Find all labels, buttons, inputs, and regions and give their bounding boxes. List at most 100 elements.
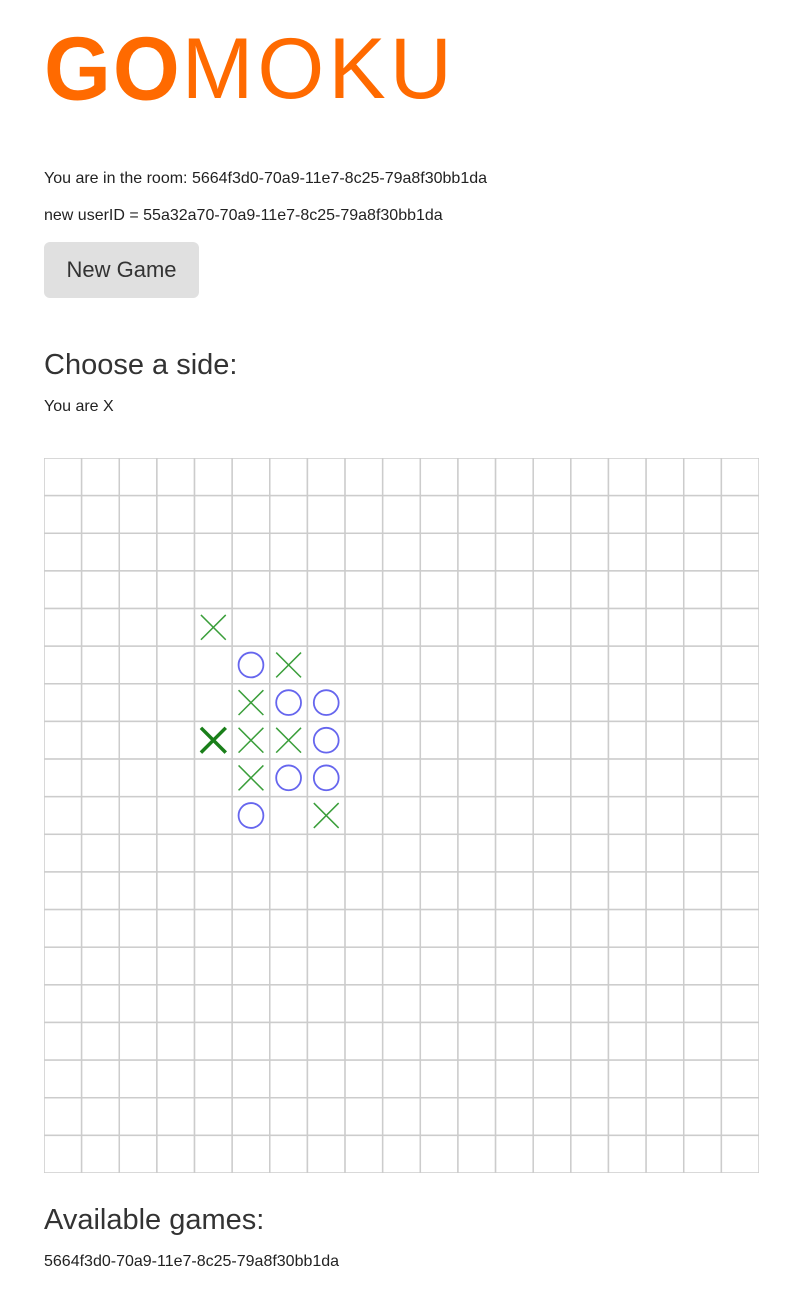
board-cell[interactable] [532, 833, 572, 873]
board-cell[interactable] [344, 494, 384, 535]
board-cell[interactable] [231, 871, 271, 911]
board-cell[interactable] [156, 795, 196, 836]
board-cell[interactable] [419, 494, 459, 535]
board-cell[interactable] [80, 984, 121, 1024]
board-cell[interactable] [494, 532, 534, 572]
board-cell[interactable] [269, 1134, 309, 1173]
board-cell[interactable] [193, 871, 233, 911]
board-cell[interactable] [156, 683, 196, 723]
board-cell[interactable] [720, 720, 759, 760]
board-cell[interactable] [645, 758, 685, 798]
board-cell[interactable] [193, 458, 233, 497]
board-cell[interactable] [344, 720, 384, 760]
board-cell[interactable] [80, 908, 121, 948]
board-cell[interactable] [720, 833, 759, 873]
board-cell[interactable] [306, 833, 346, 873]
board-cell[interactable] [306, 946, 346, 986]
board-cell[interactable] [344, 458, 384, 497]
board-cell[interactable] [80, 1059, 121, 1099]
board-cell[interactable] [532, 683, 572, 723]
board-cell[interactable] [645, 458, 685, 497]
board-cell[interactable] [419, 720, 459, 760]
board-cell[interactable] [44, 494, 83, 535]
board-cell[interactable] [80, 683, 121, 723]
board-cell[interactable] [381, 1021, 422, 1061]
board-cell[interactable] [682, 494, 723, 535]
board-cell[interactable] [532, 871, 572, 911]
board-cell[interactable] [570, 720, 610, 760]
board-cell[interactable] [645, 494, 685, 535]
board-cell[interactable] [419, 1096, 459, 1137]
board-cell[interactable] [457, 532, 497, 572]
board-cell[interactable] [607, 871, 647, 911]
board-cell[interactable] [419, 1134, 459, 1173]
board-cell[interactable] [80, 458, 121, 497]
board-cell[interactable] [193, 683, 233, 723]
board-cell[interactable] [231, 1021, 271, 1061]
board-cell[interactable] [532, 532, 572, 572]
board-cell[interactable] [682, 1134, 723, 1173]
board-cell[interactable] [532, 607, 572, 647]
board-cell[interactable] [607, 458, 647, 497]
board-cell[interactable] [682, 871, 723, 911]
board-cell[interactable] [344, 645, 384, 685]
board-cell[interactable] [193, 758, 233, 798]
board-cell[interactable] [457, 833, 497, 873]
board-cell[interactable] [532, 570, 572, 610]
board-cell[interactable] [457, 570, 497, 610]
board-cell[interactable] [344, 946, 384, 986]
board-cell[interactable] [682, 795, 723, 836]
board-cell[interactable] [306, 908, 346, 948]
board-cell[interactable] [720, 946, 759, 986]
board-cell[interactable] [118, 645, 158, 685]
board-cell[interactable] [682, 833, 723, 873]
board-cell[interactable] [381, 795, 422, 836]
board-cell[interactable] [457, 607, 497, 647]
board-cell[interactable] [381, 871, 422, 911]
board-cell[interactable] [193, 946, 233, 986]
board-cell[interactable] [44, 720, 83, 760]
board-cell[interactable] [231, 494, 271, 535]
board-cell[interactable] [231, 570, 271, 610]
board-cell[interactable] [720, 1096, 759, 1137]
board-cell[interactable] [419, 570, 459, 610]
board-cell[interactable] [720, 458, 759, 497]
board-cell[interactable] [494, 645, 534, 685]
board-cell[interactable] [44, 1021, 83, 1061]
board-cell[interactable] [44, 833, 83, 873]
board-cell[interactable] [156, 570, 196, 610]
board-canvas[interactable] [44, 458, 759, 1173]
board-cell[interactable] [720, 871, 759, 911]
board-cell[interactable] [80, 532, 121, 572]
board-cell[interactable] [532, 1021, 572, 1061]
board-cell[interactable] [231, 984, 271, 1024]
board-cell[interactable] [381, 1134, 422, 1173]
board-cell[interactable] [607, 758, 647, 798]
board-cell[interactable] [419, 607, 459, 647]
board-cell[interactable] [156, 1021, 196, 1061]
board-cell[interactable] [645, 1096, 685, 1137]
board-cell[interactable] [80, 720, 121, 760]
board-cell[interactable] [645, 984, 685, 1024]
board-cell[interactable] [118, 871, 158, 911]
board-cell[interactable] [607, 1059, 647, 1099]
board-cell[interactable] [80, 758, 121, 798]
board-cell[interactable] [457, 984, 497, 1024]
board-cell[interactable] [80, 645, 121, 685]
board-cell[interactable] [457, 1134, 497, 1173]
board-cell[interactable] [645, 1059, 685, 1099]
board-cell[interactable] [720, 984, 759, 1024]
board-cell[interactable] [80, 871, 121, 911]
board-cell[interactable] [645, 683, 685, 723]
board-cell[interactable] [306, 1134, 346, 1173]
board-cell[interactable] [306, 1021, 346, 1061]
board-cell[interactable] [118, 1096, 158, 1137]
board-cell[interactable] [118, 683, 158, 723]
board-cell[interactable] [269, 494, 309, 535]
board-cell[interactable] [645, 871, 685, 911]
board-cell[interactable] [231, 607, 271, 647]
board-cell[interactable] [570, 458, 610, 497]
board-cell[interactable] [457, 645, 497, 685]
board-cell[interactable] [156, 532, 196, 572]
board-cell[interactable] [269, 458, 309, 497]
